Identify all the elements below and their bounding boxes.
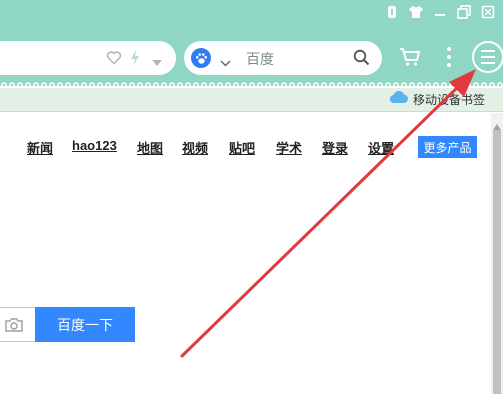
nav-link-login[interactable]: 登录	[322, 138, 348, 157]
cart-icon[interactable]	[399, 47, 421, 72]
favorite-heart-icon[interactable]	[106, 50, 122, 70]
restore-icon[interactable]	[453, 2, 475, 22]
nav-link-map[interactable]: 地图	[137, 138, 163, 157]
page-content: 新闻 hao123 地图 视频 贴吧 学术 登录 设置 更多产品 百度一下	[0, 113, 491, 394]
nav-link-scholar[interactable]: 学术	[276, 138, 302, 157]
hamburger-menu-icon[interactable]	[472, 41, 503, 73]
minimize-icon[interactable]	[429, 2, 451, 22]
search-submit-button[interactable]: 百度一下	[35, 307, 135, 342]
speed-mode-bolt-icon[interactable]	[130, 50, 140, 71]
address-bar[interactable]	[0, 41, 176, 75]
cloud-icon	[389, 90, 409, 108]
more-products-button[interactable]: 更多产品	[418, 136, 477, 158]
address-dropdown-icon[interactable]	[152, 54, 162, 72]
top-navigation: 新闻 hao123 地图 视频 贴吧 学术 登录 设置 更多产品	[0, 136, 491, 158]
nav-link-hao123[interactable]: hao123	[72, 138, 117, 153]
search-box[interactable]: 百度	[184, 41, 382, 75]
chevron-down-icon[interactable]	[220, 54, 231, 72]
search-icon[interactable]	[353, 49, 370, 71]
more-options-icon[interactable]	[443, 45, 455, 69]
browser-toolbar: 百度	[0, 28, 503, 86]
nav-link-settings[interactable]: 设置	[368, 138, 394, 157]
window-controls	[381, 2, 499, 22]
camera-icon[interactable]	[5, 318, 23, 337]
nav-link-news[interactable]: 新闻	[27, 138, 53, 157]
search-placeholder[interactable]: 百度	[246, 49, 274, 69]
skin-icon[interactable]	[381, 2, 403, 22]
bookmark-bar: 移动设备书签	[0, 88, 503, 112]
search-input[interactable]	[0, 307, 35, 342]
mobile-bookmarks-label: 移动设备书签	[413, 92, 486, 107]
baidu-paw-icon[interactable]	[191, 48, 211, 68]
vertical-scrollbar[interactable]	[491, 113, 503, 394]
nav-link-video[interactable]: 视频	[182, 138, 208, 157]
title-bar	[0, 0, 503, 28]
close-icon[interactable]	[477, 2, 499, 22]
shirt-icon[interactable]	[405, 2, 427, 22]
mobile-bookmarks[interactable]: 移动设备书签	[389, 90, 485, 108]
scrollbar-thumb[interactable]	[493, 130, 501, 394]
nav-link-tieba[interactable]: 贴吧	[229, 138, 255, 157]
